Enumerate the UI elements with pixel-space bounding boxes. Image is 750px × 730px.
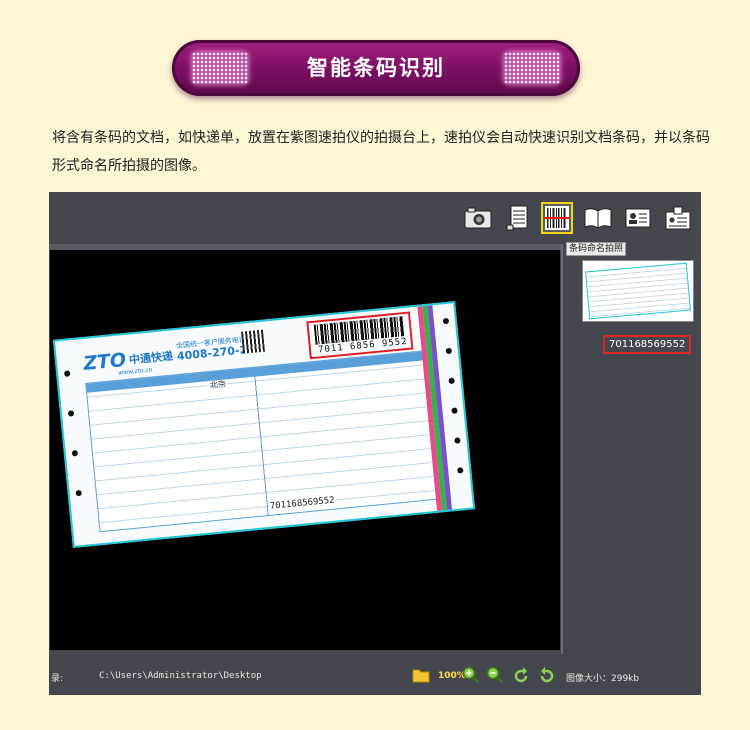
brand-name: 中通快递 [128,349,174,367]
thumbnail-pane: 701168569552 [565,258,695,650]
tractor-hole [442,317,450,325]
waybill-image: ZTO 中通快递 全国统一客户服务电话 4008-270-270 www.zto… [52,301,476,548]
qr-code [241,329,266,354]
form-body [85,350,439,533]
pane-divider[interactable] [561,244,563,654]
dir-label: 录: [51,674,64,684]
tractor-hole [445,347,453,355]
thumbnail-image[interactable] [582,260,694,322]
city-text: 北京 [209,379,227,390]
thumbnail-label[interactable]: 701168569552 [603,335,692,354]
tractor-hole [448,377,455,385]
tractor-hole [71,449,79,457]
scanner-icon[interactable] [503,204,533,232]
banner-title: 智能条码识别 [307,56,445,80]
save-path[interactable]: C:\Users\Administrator\Desktop [99,671,262,681]
image-viewer[interactable]: ZTO 中通快递 全国统一客户服务电话 4008-270-270 www.zto… [50,250,560,650]
tractor-hole [67,410,75,417]
toolbar-tooltip: 条码命名拍照 [566,242,627,256]
camera-icon[interactable] [463,204,493,232]
tractor-hole [75,489,82,497]
badge-icon[interactable] [663,204,693,232]
barcode-icon[interactable] [541,202,573,234]
tractor-hole [63,370,71,377]
zoom-out-icon[interactable] [485,664,505,686]
rotate-right-icon[interactable] [537,664,557,686]
folder-icon[interactable] [411,664,431,686]
id-card-icon[interactable] [623,204,653,232]
description-text: 将含有条码的文档，如快递单，放置在紫图速拍仪的拍摄台上，速拍仪会自动快速识别文档… [52,130,710,174]
book-icon[interactable] [583,204,613,232]
status-bar: 录: C:\Users\Administrator\Desktop 100% 图… [49,659,701,695]
thumb-preview [585,262,691,320]
title-banner: 智能条码识别 [172,40,580,96]
tractor-hole [457,467,464,474]
tractor-hole [454,437,461,444]
app-window: 条码命名拍照 ZTO 中通快递 全国统一客户服务电话 4008-270-270 … [49,192,701,695]
tractor-hole [451,407,458,414]
toolbar [49,192,701,244]
zoom-in-icon[interactable] [461,664,481,686]
image-size: 图像大小：299kb [566,674,640,684]
rotate-left-icon[interactable] [511,664,531,686]
